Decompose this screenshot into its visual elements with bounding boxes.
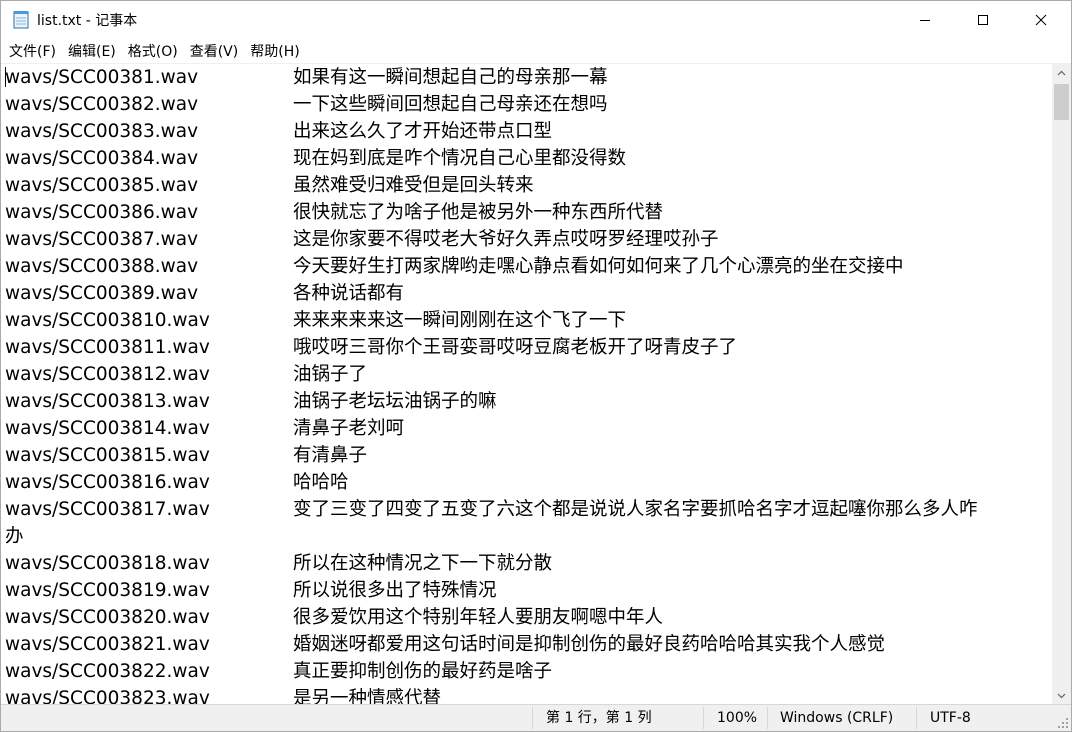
line-filename: wavs/SCC00388.wav [5,256,199,277]
line-filename: wavs/SCC003820.wav [5,607,210,628]
notepad-window: list.txt - 记事本 文件(F) 编辑(E) 格式(O) 查看(V) 帮… [0,0,1072,732]
line-transcript: 真正要抑制创伤的最好药是啥子 [293,661,553,682]
resize-grip-icon[interactable] [1057,717,1069,729]
line-transcript: 现在妈到底是咋个情况自己心里都没得数 [293,148,627,169]
line-filename: wavs/SCC003821.wav [5,634,210,655]
status-divider [916,707,917,729]
minimize-button[interactable] [896,1,954,39]
line-wrap-text: 办 [5,526,24,547]
status-divider [703,707,704,729]
close-button[interactable] [1012,1,1070,39]
menu-file[interactable]: 文件(F) [3,40,62,62]
line-filename: wavs/SCC003814.wav [5,418,210,439]
line-filename: wavs/SCC003822.wav [5,661,210,682]
line-transcript: 变了三变了四变了五变了六这个都是说说人家名字要抓哈名字才逗起噻你那么多人咋 [293,499,978,520]
line-transcript: 很快就忘了为啥子他是被另外一种东西所代替 [293,202,664,223]
line-transcript: 婚姻迷呀都爱用这句话时间是抑制创伤的最好良药哈哈哈其实我个人感觉 [293,634,886,655]
line-filename: wavs/SCC003816.wav [5,472,210,493]
line-filename: wavs/SCC003811.wav [5,337,210,358]
maximize-icon [978,15,988,25]
line-transcript: 来来来来来这一瞬间刚刚在这个飞了一下 [293,310,627,331]
line-filename: wavs/SCC00385.wav [5,175,199,196]
line-filename: wavs/SCC003810.wav [5,310,210,331]
chevron-up-icon [1057,70,1066,75]
line-transcript: 如果有这一瞬间想起自己的母亲那一幕 [293,67,608,88]
line-filename: wavs/SCC003817.wav [5,499,210,520]
line-transcript: 今天要好生打两家牌哟走嘿心静点看如何如何来了几个心漂亮的坐在交接中 [293,256,904,277]
menu-format[interactable]: 格式(O) [122,40,184,62]
status-zoom: 100% [717,710,758,726]
line-filename: wavs/SCC00381.wav [5,67,199,88]
line-transcript: 所以在这种情况之下一下就分散 [293,553,553,574]
notepad-icon [13,11,29,29]
status-cursor-position: 第 1 行，第 1 列 [546,710,652,726]
menu-view[interactable]: 查看(V) [184,40,245,62]
line-filename: wavs/SCC00386.wav [5,202,199,223]
line-transcript: 这是你家要不得哎老大爷好久弄点哎呀罗经理哎孙子 [293,229,719,250]
window-title: list.txt - 记事本 [37,13,138,29]
status-divider [767,707,768,729]
close-icon [1035,14,1047,26]
line-filename: wavs/SCC00387.wav [5,229,199,250]
line-transcript: 有清鼻子 [293,445,368,466]
line-filename: wavs/SCC003813.wav [5,391,210,412]
line-transcript: 一下这些瞬间回想起自己母亲还在想吗 [293,94,608,115]
line-filename: wavs/SCC00384.wav [5,148,199,169]
line-filename: wavs/SCC003815.wav [5,445,210,466]
line-filename: wavs/SCC003818.wav [5,553,210,574]
menu-help[interactable]: 帮助(H) [244,40,305,62]
line-filename: wavs/SCC003812.wav [5,364,210,385]
menu-edit[interactable]: 编辑(E) [62,40,122,62]
line-filename: wavs/SCC00382.wav [5,94,199,115]
title-bar[interactable]: list.txt - 记事本 [1,1,1071,39]
scroll-down-button[interactable] [1052,687,1071,704]
scrollbar-thumb[interactable] [1054,84,1069,120]
chevron-down-icon [1057,693,1066,698]
line-transcript: 虽然难受归难受但是回头转来 [293,175,534,196]
text-editor[interactable]: wavs/SCC00381.wav 如果有这一瞬间想起自己的母亲那一幕 wavs/S… [1,64,1052,704]
line-filename: wavs/SCC003819.wav [5,580,210,601]
line-transcript: 哈哈哈 [293,472,349,493]
status-divider [532,707,533,729]
line-transcript: 所以说很多出了特殊情况 [293,580,497,601]
vertical-scrollbar[interactable] [1052,64,1071,704]
menu-bar: 文件(F) 编辑(E) 格式(O) 查看(V) 帮助(H) [1,39,1071,63]
maximize-button[interactable] [954,1,1012,39]
line-transcript: 各种说话都有 [293,283,405,304]
line-filename: wavs/SCC00383.wav [5,121,199,142]
line-transcript: 哦哎呀三哥你个王哥娈哥哎呀豆腐老板开了呀青皮子了 [293,337,738,358]
line-transcript: 是另一种情感代替 [293,688,442,704]
line-transcript: 很多爱饮用这个特别年轻人要朋友啊嗯中年人 [293,607,664,628]
status-encoding: UTF-8 [930,710,971,726]
line-transcript: 清鼻子老刘呵 [293,418,405,439]
status-line-ending: Windows (CRLF) [780,710,894,726]
status-bar: 第 1 行，第 1 列 100% Windows (CRLF) UTF-8 [1,704,1071,731]
line-transcript: 出来这么久了才开始还带点口型 [293,121,553,142]
line-transcript: 油锅子老坛坛油锅子的嘛 [293,391,497,412]
line-filename: wavs/SCC003823.wav [5,688,210,704]
scroll-up-button[interactable] [1052,64,1071,81]
line-transcript: 油锅子了 [293,364,368,385]
line-filename: wavs/SCC00389.wav [5,283,199,304]
minimize-icon [920,20,930,21]
